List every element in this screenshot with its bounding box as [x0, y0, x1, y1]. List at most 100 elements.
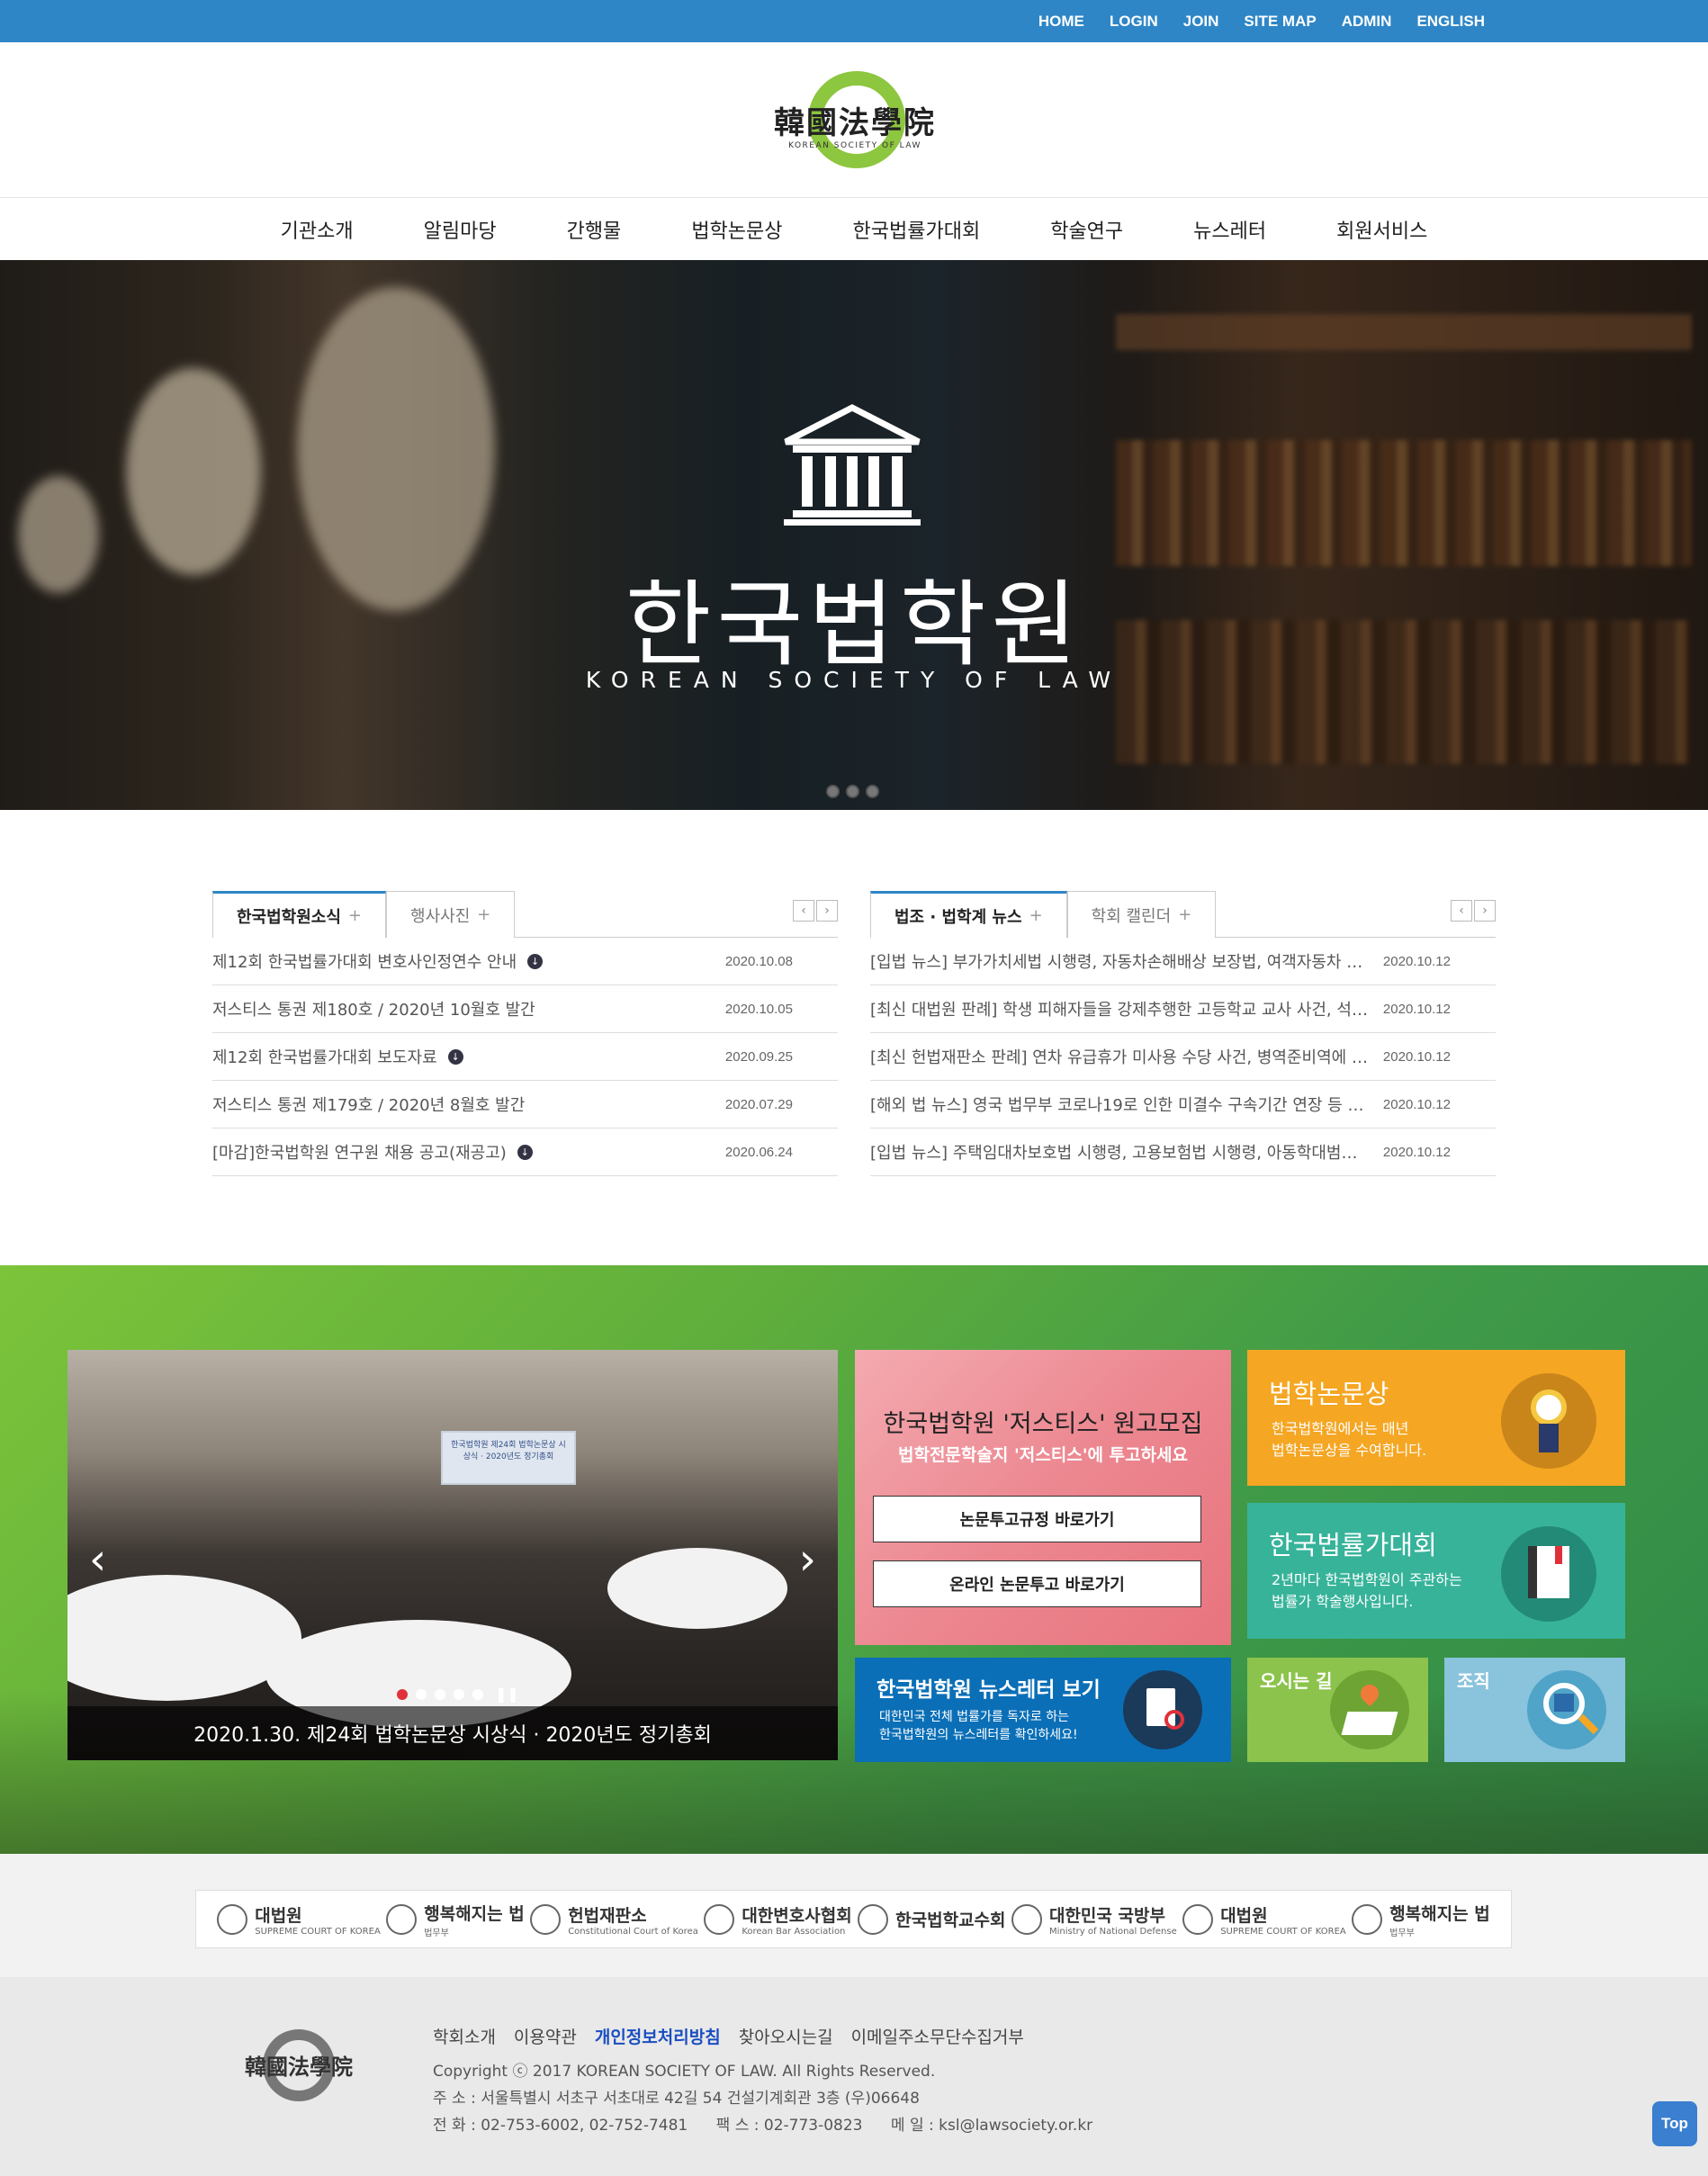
slide-dot[interactable]: [846, 785, 859, 798]
hero-slide-dots: [826, 785, 879, 798]
event-screen: 한국법학원 제24회 법학논문상 시상식 · 2020년도 정기총회: [441, 1431, 576, 1485]
list-item-date: 2020.10.05: [724, 1001, 793, 1017]
list-item[interactable]: [해외 법 뉴스] 영국 법무부 코로나19로 인한 미결수 구속기간 연장 등…: [870, 1081, 1496, 1128]
nav-item-lawyers-conference[interactable]: 한국법률가대회: [853, 215, 981, 244]
list-item[interactable]: 제12회 한국법률가대회 변호사인정연수 안내 ↓ 2020.10.08: [212, 938, 838, 985]
prev-arrow-icon[interactable]: ‹: [1451, 900, 1472, 922]
join-link[interactable]: JOIN: [1183, 13, 1219, 31]
slider-prev-icon[interactable]: ‹: [89, 1534, 106, 1585]
hero-subtitle: KOREAN SOCIETY OF LAW: [585, 667, 1123, 693]
footer-link-email-refusal[interactable]: 이메일주소무단수집거부: [851, 2024, 1024, 2048]
partner-logo[interactable]: 대법원 SUPREME COURT OF KOREA: [217, 1902, 381, 1937]
admin-link[interactable]: ADMIN: [1342, 13, 1392, 31]
top-utility-bar: HOME LOGIN JOIN SITE MAP ADMIN ENGLISH: [0, 0, 1708, 42]
login-link[interactable]: LOGIN: [1110, 13, 1158, 31]
list-item[interactable]: [입법 뉴스] 부가가치세법 시행령, 자동차손해배상 보장법, 여객자동차 ……: [870, 938, 1496, 985]
partner-logo[interactable]: 대한변호사협회 Korean Bar Association: [704, 1902, 852, 1937]
list-item-title: [최신 헌법재판소 판례] 연차 유급휴가 미사용 수당 사건, 병역준비역에 …: [870, 1045, 1368, 1068]
sitemap-link[interactable]: SITE MAP: [1244, 13, 1316, 31]
home-link[interactable]: HOME: [1038, 13, 1084, 31]
tab-academic-calendar[interactable]: 학회 캘린더 +: [1066, 891, 1217, 938]
partner-subtitle: SUPREME COURT OF KOREA: [1220, 1926, 1346, 1937]
nav-item-notice[interactable]: 알림마당: [424, 215, 497, 244]
list-item[interactable]: 제12회 한국법률가대회 보도자료 ↓ 2020.09.25: [212, 1033, 838, 1081]
slider-dot[interactable]: [435, 1688, 445, 1700]
nav-item-newsletter[interactable]: 뉴스레터: [1193, 215, 1266, 244]
footer-link-about[interactable]: 학회소개: [433, 2024, 496, 2048]
award-title: 법학논문상: [1269, 1379, 1389, 1409]
list-item-title: 제12회 한국법률가대회 변호사인정연수 안내 ↓: [212, 949, 544, 973]
slide-dot[interactable]: [866, 785, 879, 798]
english-link[interactable]: ENGLISH: [1416, 13, 1485, 31]
list-item-title-text: [마감]한국법학원 연구원 채용 공고(재공고): [212, 1144, 507, 1163]
newsletter-title: 한국법학원 뉴스레터 보기: [876, 1678, 1101, 1702]
slider-next-icon[interactable]: ›: [799, 1534, 816, 1585]
directions-card[interactable]: 오시는 길: [1247, 1658, 1428, 1762]
slider-dot[interactable]: [416, 1688, 427, 1700]
scroll-top-button[interactable]: Top: [1652, 2101, 1697, 2146]
list-item[interactable]: [마감]한국법학원 연구원 채용 공고(재공고) ↓ 2020.06.24: [212, 1128, 838, 1176]
list-item[interactable]: 저스티스 통권 제180호 / 2020년 10월호 발간 2020.10.05: [212, 985, 838, 1033]
next-arrow-icon[interactable]: ›: [816, 900, 838, 922]
footer-link-directions[interactable]: 찾아오시는길: [739, 2024, 833, 2048]
list-item[interactable]: [최신 헌법재판소 판례] 연차 유급휴가 미사용 수당 사건, 병역준비역에 …: [870, 1033, 1496, 1081]
footer-link-privacy[interactable]: 개인정보처리방침: [595, 2024, 721, 2048]
list-item[interactable]: [입법 뉴스] 주택임대차보호법 시행령, 고용보험법 시행령, 아동학대범… 2…: [870, 1128, 1496, 1176]
site-logo[interactable]: 韓國法學院 KOREAN SOCIETY OF LAW: [772, 67, 938, 171]
tab-event-photos[interactable]: 행사사진 +: [386, 891, 516, 938]
partner-logos: 대법원 SUPREME COURT OF KOREA 행복해지는 법 법무부 헌법재판소…: [195, 1890, 1512, 1948]
nav-item-about[interactable]: 기관소개: [281, 215, 354, 244]
download-icon[interactable]: ↓: [447, 1048, 463, 1065]
slider-dot[interactable]: [472, 1688, 483, 1700]
list-item-title-text: [최신 헌법재판소 판례] 연차 유급휴가 미사용 수당 사건, 병역준비역에 …: [870, 1048, 1368, 1067]
tab-society-news[interactable]: 한국법학원소식 +: [212, 891, 387, 938]
next-arrow-icon[interactable]: ›: [1474, 900, 1496, 922]
tab-label: 법조 · 법학계 뉴스: [894, 907, 1022, 927]
lawyers-conference-card[interactable]: 한국법률가대회 2년마다 한국법학원이 주관하는 법률가 학술행사입니다.: [1247, 1503, 1625, 1639]
list-item-title: [해외 법 뉴스] 영국 법무부 코로나19로 인한 미결수 구속기간 연장 등…: [870, 1092, 1363, 1116]
list-item-title: 저스티스 통권 제180호 / 2020년 10월호 발간: [212, 997, 535, 1021]
online-submission-button[interactable]: 온라인 논문투고 바로가기: [873, 1560, 1201, 1607]
partner-name: 행복해지는 법: [424, 1903, 525, 1924]
partner-emblem-icon: [858, 1903, 889, 1935]
law-paper-award-card[interactable]: 법학논문상 한국법학원에서는 매년 법학논문상을 수여합니다.: [1247, 1350, 1625, 1486]
download-icon[interactable]: ↓: [527, 953, 544, 969]
hero-title: 한국법학원: [625, 570, 1083, 679]
nav-item-member-service[interactable]: 회원서비스: [1336, 215, 1427, 244]
partner-logo[interactable]: 행복해지는 법 법무부: [1352, 1901, 1490, 1938]
partner-logo[interactable]: 대한민국 국방부 Ministry of National Defense: [1011, 1902, 1177, 1937]
list-item-title: [입법 뉴스] 부가가치세법 시행령, 자동차손해배상 보장법, 여객자동차 …: [870, 949, 1362, 973]
slide-dot[interactable]: [826, 785, 840, 798]
partner-logo[interactable]: 대법원 SUPREME COURT OF KOREA: [1182, 1902, 1346, 1937]
prev-arrow-icon[interactable]: ‹: [793, 900, 814, 922]
pause-icon[interactable]: ❚❚: [495, 1686, 519, 1703]
partner-emblem-icon: [1352, 1903, 1383, 1935]
submission-rules-button[interactable]: 논문투고규정 바로가기: [873, 1496, 1201, 1542]
partner-logo[interactable]: 헌법재판소 Constitutional Court of Korea: [530, 1902, 698, 1937]
partner-logo[interactable]: 한국법학교수회: [858, 1903, 1006, 1935]
download-icon[interactable]: ↓: [517, 1144, 533, 1160]
list-item-title-text: 제12회 한국법률가대회 보도자료: [212, 1048, 437, 1067]
footer-link-terms[interactable]: 이용약관: [514, 2024, 577, 2048]
slider-dot[interactable]: [454, 1688, 464, 1700]
list-item[interactable]: 저스티스 통권 제179호 / 2020년 8월호 발간 2020.07.29: [212, 1081, 838, 1128]
nav-item-law-paper-award[interactable]: 법학논문상: [691, 215, 782, 244]
nav-item-publications[interactable]: 간행물: [567, 215, 622, 244]
newsletter-card[interactable]: 한국법학원 뉴스레터 보기 대한민국 전체 법률가를 독자로 하는 한국법학원의…: [855, 1658, 1231, 1762]
list-item[interactable]: [최신 대법원 판례] 학생 피해자들을 강제추행한 고등학교 교사 사건, 석…: [870, 985, 1496, 1033]
nav-item-research[interactable]: 학술연구: [1050, 215, 1123, 244]
list-item-date: 2020.10.12: [1382, 1096, 1451, 1112]
board-list: [입법 뉴스] 부가가치세법 시행령, 자동차손해배상 보장법, 여객자동차 ……: [870, 938, 1496, 1176]
board-tabs: 한국법학원소식 + 행사사진 + ‹ ›: [212, 891, 838, 938]
partner-subtitle: Korean Bar Association: [742, 1926, 846, 1937]
list-item-title-text: [입법 뉴스] 주택임대차보호법 시행령, 고용보험법 시행령, 아동학대범…: [870, 1144, 1358, 1163]
board-society-news: 한국법학원소식 + 행사사진 + ‹ › 제12회 한국법률가대회 변호사인정연수 …: [212, 891, 838, 1176]
tab-legal-news[interactable]: 법조 · 법학계 뉴스 +: [870, 891, 1067, 938]
list-item-title-text: 저스티스 통권 제180호 / 2020년 10월호 발간: [212, 1001, 535, 1020]
slider-dot[interactable]: [397, 1688, 408, 1700]
organization-card[interactable]: 조직: [1444, 1658, 1625, 1762]
list-item-title-text: 제12회 한국법률가대회 변호사인정연수 안내: [212, 953, 517, 972]
partner-logos-section: 대법원 SUPREME COURT OF KOREA 행복해지는 법 법무부 헌법재판소…: [0, 1854, 1708, 1977]
newsletter-icon: [1123, 1670, 1202, 1749]
partner-logo[interactable]: 행복해지는 법 법무부: [386, 1901, 525, 1938]
